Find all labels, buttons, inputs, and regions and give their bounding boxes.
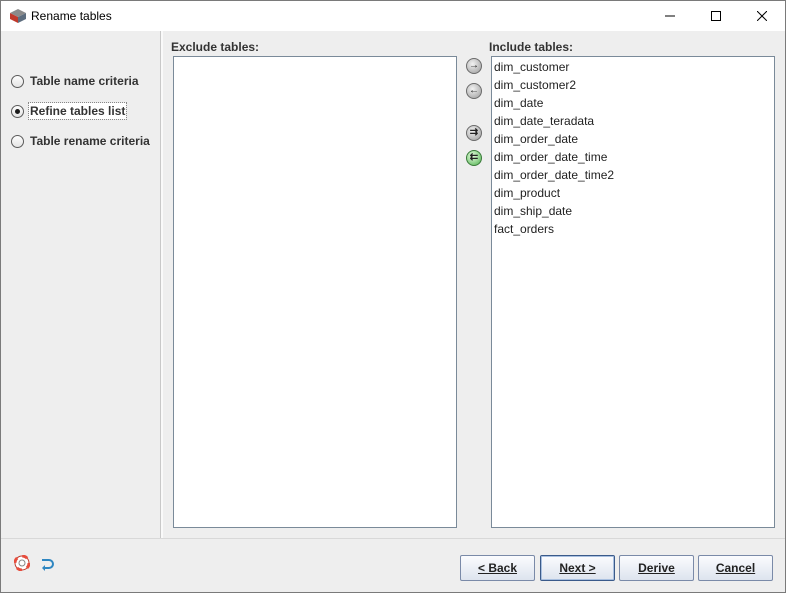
step-label: Table rename criteria	[30, 134, 150, 148]
step-label: Table name criteria	[30, 74, 139, 88]
derive-button[interactable]: Derive	[619, 555, 694, 581]
exclude-tables-list[interactable]	[173, 56, 457, 528]
list-item[interactable]: dim_product	[492, 184, 774, 202]
list-item[interactable]: dim_ship_date	[492, 202, 774, 220]
include-tables-list[interactable]: dim_customer dim_customer2 dim_date dim_…	[491, 56, 775, 528]
step-navigation-panel: Table name criteria Refine tables list T…	[1, 31, 161, 538]
list-item[interactable]: dim_date	[492, 94, 774, 112]
window-title: Rename tables	[31, 9, 112, 23]
undo-icon[interactable]	[39, 555, 55, 571]
radio-table-rename-criteria[interactable]	[11, 134, 24, 148]
list-item[interactable]: dim_date_teradata	[492, 112, 774, 130]
list-item[interactable]: fact_orders	[492, 220, 774, 238]
step-table-rename-criteria[interactable]: Table rename criteria	[11, 131, 151, 151]
lifebuoy-icon[interactable]	[14, 555, 30, 571]
radio-refine-tables-list[interactable]	[11, 104, 24, 118]
rename-tables-dialog: Rename tables Table name criteria Refine…	[0, 0, 786, 593]
app-logo-icon	[10, 9, 26, 23]
list-item[interactable]: dim_order_date_time2	[492, 166, 774, 184]
arrow-left-icon: ←	[469, 85, 479, 96]
title-bar: Rename tables	[1, 1, 785, 31]
add-selected-button[interactable]: →	[466, 58, 482, 74]
double-arrow-left-icon: ⇇	[469, 152, 479, 163]
list-item[interactable]: dim_customer2	[492, 76, 774, 94]
cancel-button[interactable]: Cancel	[698, 555, 773, 581]
minimize-icon	[665, 15, 675, 17]
refine-tables-content: Exclude tables: → ← ⇉ ⇇ Include tables: …	[163, 31, 785, 538]
step-label: Refine tables list	[27, 102, 128, 120]
remove-all-button[interactable]: ⇇	[466, 150, 482, 166]
step-refine-tables-list[interactable]: Refine tables list	[11, 101, 128, 121]
maximize-icon	[711, 11, 721, 21]
add-all-button[interactable]: ⇉	[466, 125, 482, 141]
exclude-tables-label: Exclude tables:	[171, 40, 260, 54]
list-item[interactable]: dim_order_date_time	[492, 148, 774, 166]
remove-selected-button[interactable]: ←	[466, 83, 482, 99]
include-tables-label: Include tables:	[489, 40, 574, 54]
back-button[interactable]: < Back	[460, 555, 535, 581]
next-button[interactable]: Next >	[540, 555, 615, 581]
close-button[interactable]	[739, 1, 785, 31]
list-item[interactable]: dim_order_date	[492, 130, 774, 148]
radio-table-name-criteria[interactable]	[11, 74, 24, 88]
arrow-right-icon: →	[469, 60, 479, 71]
minimize-button[interactable]	[647, 1, 693, 31]
list-item[interactable]: dim_customer	[492, 58, 774, 76]
step-table-name-criteria[interactable]: Table name criteria	[11, 71, 140, 91]
wizard-button-bar: < Back Next > Derive Cancel	[1, 538, 785, 592]
maximize-button[interactable]	[693, 1, 739, 31]
close-icon	[757, 11, 767, 21]
double-arrow-right-icon: ⇉	[469, 127, 479, 138]
